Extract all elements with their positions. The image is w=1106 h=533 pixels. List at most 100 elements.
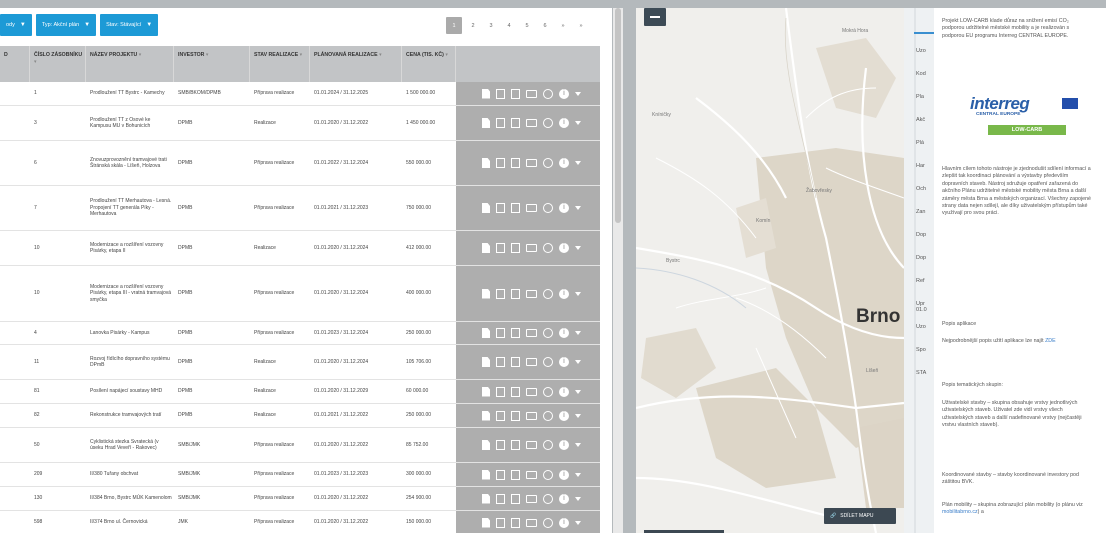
folder-icon[interactable]: [526, 387, 537, 396]
table-row[interactable]: 209 II/380 Tuřany obchvat SMB/JMK Příprava …: [0, 463, 600, 487]
chevron-down-icon[interactable]: [575, 121, 581, 125]
copy-icon[interactable]: [511, 469, 520, 480]
copy-icon[interactable]: [511, 493, 520, 504]
copy-icon[interactable]: [511, 386, 520, 397]
layer-group-label[interactable]: STA: [916, 370, 926, 376]
edit-document-icon[interactable]: [496, 328, 505, 338]
copy-icon[interactable]: [511, 328, 520, 338]
chevron-down-icon[interactable]: [575, 496, 581, 501]
chevron-down-icon[interactable]: [575, 91, 581, 96]
chevron-down-icon[interactable]: [575, 161, 581, 165]
edit-document-icon[interactable]: [496, 88, 505, 99]
globe-icon[interactable]: [543, 203, 553, 213]
info-icon[interactable]: i: [559, 357, 569, 367]
map-canvas[interactable]: [636, 8, 904, 533]
edit-document-icon[interactable]: [496, 288, 505, 299]
column-header-name[interactable]: NÁZEV PROJEKTU ▾: [86, 46, 174, 82]
document-icon[interactable]: [482, 243, 490, 253]
edit-document-icon[interactable]: [496, 118, 505, 128]
page-button-1[interactable]: 2: [464, 17, 482, 34]
table-row[interactable]: 10 Modernizace a rozšíření vozovny Pisárk…: [0, 266, 600, 322]
column-header-status[interactable]: STAV REALIZACE ▾: [250, 46, 310, 82]
folder-icon[interactable]: [526, 358, 537, 366]
map-panel[interactable]: Mokrá Hora Kníničky Bystrc Komín Žabovře…: [636, 8, 904, 533]
info-icon[interactable]: i: [559, 410, 569, 421]
document-icon[interactable]: [482, 517, 490, 528]
edit-document-icon[interactable]: [496, 158, 505, 168]
document-icon[interactable]: [482, 469, 490, 480]
page-button-6[interactable]: »: [554, 17, 572, 34]
info-icon[interactable]: i: [559, 243, 569, 253]
info-icon[interactable]: i: [559, 203, 569, 213]
column-header-price[interactable]: CENA (TIS. KČ) ▾: [402, 46, 456, 82]
copy-icon[interactable]: [511, 288, 520, 299]
copy-icon[interactable]: [511, 517, 520, 528]
edit-document-icon[interactable]: [496, 440, 505, 450]
layer-group-label[interactable]: Uzo: [916, 324, 926, 330]
folder-icon[interactable]: [526, 518, 537, 527]
copy-icon[interactable]: [511, 88, 520, 99]
document-icon[interactable]: [482, 357, 490, 367]
copy-icon[interactable]: [511, 243, 520, 253]
layer-group-label[interactable]: Har: [916, 163, 925, 169]
edit-document-icon[interactable]: [496, 469, 505, 480]
folder-icon[interactable]: [526, 89, 537, 98]
column-header-number[interactable]: ČÍSLO ZÁSOBNÍKU ▾: [30, 46, 86, 82]
edit-document-icon[interactable]: [496, 386, 505, 397]
info-icon[interactable]: i: [559, 328, 569, 338]
folder-icon[interactable]: [526, 244, 537, 252]
globe-icon[interactable]: [543, 88, 553, 99]
edit-document-icon[interactable]: [496, 203, 505, 213]
document-icon[interactable]: [482, 158, 490, 168]
edit-document-icon[interactable]: [496, 410, 505, 421]
document-icon[interactable]: [482, 386, 490, 397]
chevron-down-icon[interactable]: [575, 520, 581, 525]
folder-icon[interactable]: [526, 119, 537, 127]
mobility-link[interactable]: mobilitabrno.cz: [942, 509, 978, 515]
layer-group-label[interactable]: Akč: [916, 117, 925, 123]
table-row[interactable]: 7 Prodloužení TT Merhautova - Lesná. Prop…: [0, 186, 600, 231]
edit-document-icon[interactable]: [496, 517, 505, 528]
layer-group-label[interactable]: Kod: [916, 71, 926, 77]
info-icon[interactable]: i: [559, 440, 569, 450]
scrollbar-thumb[interactable]: [615, 8, 621, 223]
edit-document-icon[interactable]: [496, 357, 505, 367]
document-icon[interactable]: [482, 328, 490, 338]
layer-group-label[interactable]: Spo: [916, 347, 926, 353]
document-icon[interactable]: [482, 440, 490, 450]
table-row[interactable]: 50 Cyklistická stezka Svratecká (v úseku …: [0, 428, 600, 463]
filter-button-type[interactable]: Typ: Akční plán ▼: [35, 14, 97, 36]
table-row[interactable]: 4 Lanovka Pisárky - Kampus DPMB Příprava re…: [0, 322, 600, 345]
info-icon[interactable]: i: [559, 517, 569, 528]
document-icon[interactable]: [482, 288, 490, 299]
globe-icon[interactable]: [543, 469, 553, 480]
document-icon[interactable]: [482, 118, 490, 128]
layer-group-label[interactable]: Uzo: [916, 48, 926, 54]
chevron-down-icon[interactable]: [575, 246, 581, 250]
edit-document-icon[interactable]: [496, 243, 505, 253]
app-guide-link[interactable]: ZDE: [1045, 338, 1056, 344]
info-icon[interactable]: i: [559, 288, 569, 299]
info-icon[interactable]: i: [559, 118, 569, 128]
copy-icon[interactable]: [511, 410, 520, 421]
share-map-button[interactable]: 🔗 SDÍLET MAPU: [824, 508, 896, 524]
table-row[interactable]: 3 Prodloužení TT z Osové ke Kampusu MU v …: [0, 106, 600, 141]
table-row[interactable]: 130 II/384 Brno, Bystrc MÚK Kamenolom SMB/…: [0, 487, 600, 511]
globe-icon[interactable]: [543, 410, 553, 421]
info-icon[interactable]: i: [559, 493, 569, 504]
table-row[interactable]: 598 II/374 Brno ul. Černovická JMK Příprava…: [0, 511, 600, 533]
column-header-period[interactable]: PLÁNOVANÁ REALIZACE ▾: [310, 46, 402, 82]
globe-icon[interactable]: [543, 493, 553, 504]
table-row[interactable]: 10 Modernizace a rozšíření vozovny Pisárk…: [0, 231, 600, 266]
table-row[interactable]: 6 Znovuzprovoznění tramvajové trati Štrán…: [0, 141, 600, 186]
folder-icon[interactable]: [526, 411, 537, 420]
chevron-down-icon[interactable]: [575, 443, 581, 447]
layer-group-label[interactable]: Upr 01.0: [916, 301, 934, 313]
copy-icon[interactable]: [511, 357, 520, 367]
folder-icon[interactable]: [526, 159, 537, 167]
folder-icon[interactable]: [526, 441, 537, 449]
globe-icon[interactable]: [543, 158, 553, 168]
map-menu-button[interactable]: [644, 8, 666, 26]
table-row[interactable]: 82 Rekonstrukce tramvajových tratí DPMB Rea…: [0, 404, 600, 428]
info-icon[interactable]: i: [559, 386, 569, 397]
